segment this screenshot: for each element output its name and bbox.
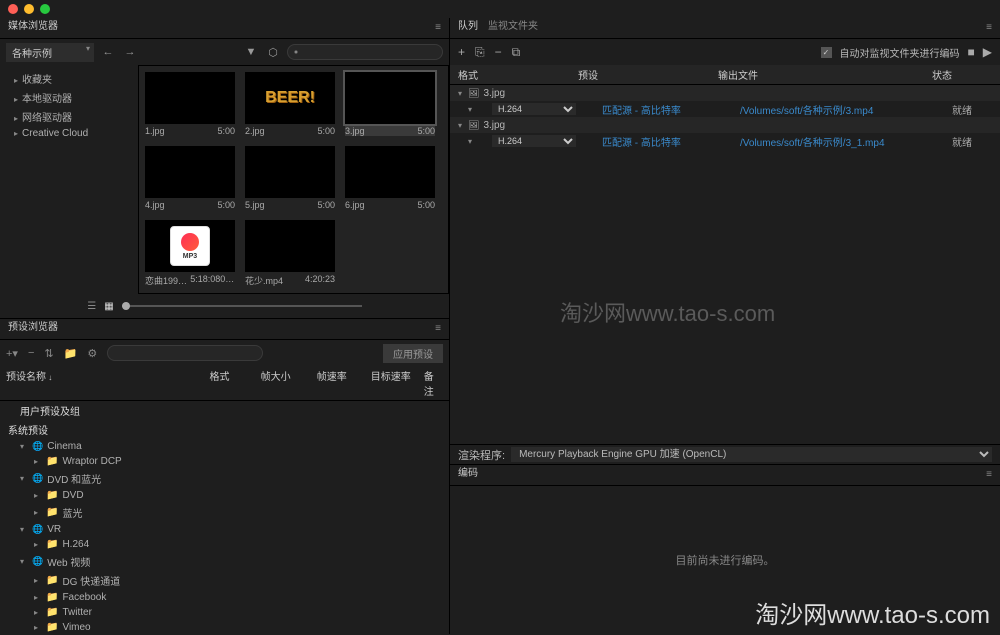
- auto-encode-label: 自动对监视文件夹进行编码: [840, 45, 960, 60]
- preset-h264[interactable]: 📁H.264: [0, 537, 449, 552]
- preset-bluray[interactable]: 📁蓝光: [0, 503, 449, 522]
- sort-icon[interactable]: ⇅: [44, 347, 53, 360]
- renderer-select[interactable]: Mercury Playback Engine GPU 加速 (OpenCL): [511, 447, 992, 462]
- add-source-icon[interactable]: +: [458, 45, 465, 59]
- start-queue-icon[interactable]: ▶: [983, 45, 992, 59]
- duplicate-icon[interactable]: ⧉: [512, 45, 521, 60]
- preset-browser-panel: 预设浏览器 ≡ +▾ − ⇅ 📁 ⚙ 应用预设 预设名称 格式 帧大小 帧速率 …: [0, 318, 449, 635]
- queue-output-row[interactable]: H.264 匹配源 - 高比特率 /Volumes/soft/各种示例/3.mp…: [450, 101, 1000, 117]
- preset-link[interactable]: 匹配源 - 高比特率: [602, 102, 681, 117]
- media-thumb[interactable]: 1.jpg5:00: [145, 72, 235, 136]
- panel-menu-icon[interactable]: ≡: [435, 18, 441, 38]
- media-thumb[interactable]: 4.jpg5:00: [145, 146, 235, 210]
- tab-watch-folders[interactable]: 监视文件夹: [488, 17, 538, 39]
- auto-encode-checkbox[interactable]: ✓: [821, 47, 832, 58]
- media-search-input[interactable]: [287, 44, 443, 60]
- renderer-label: 渲染程序:: [458, 447, 505, 463]
- nav-fwd-icon[interactable]: →: [122, 46, 138, 58]
- preset-columns-header: 预设名称 格式 帧大小 帧速率 目标速率 备注: [0, 366, 449, 400]
- preset-dg[interactable]: 📁DG 快递通道: [0, 571, 449, 590]
- queue-panel: 队列 监视文件夹 ≡ + ⎘ − ⧉ ✓ 自动对监视文件夹进行编码 ■ ▶ 格式…: [450, 18, 1000, 464]
- close-window-icon[interactable]: [8, 4, 18, 14]
- format-select[interactable]: H.264: [492, 103, 576, 115]
- preset-link[interactable]: 匹配源 - 高比特率: [602, 134, 681, 149]
- preset-wraptor[interactable]: 📁Wraptor DCP: [0, 454, 449, 469]
- settings-icon[interactable]: ⚙: [87, 347, 97, 360]
- new-folder-icon[interactable]: 📁: [64, 347, 78, 360]
- output-file-link[interactable]: /Volumes/soft/各种示例/3_1.mp4: [740, 134, 885, 149]
- source-select[interactable]: 各种示例: [6, 43, 94, 62]
- add-preset-icon[interactable]: +▾: [6, 347, 18, 360]
- media-browser-panel: 媒体浏览器 ≡ 各种示例 ▾ ← → ▼ ⬡ 收藏夹 本地驱动器: [0, 18, 449, 318]
- preset-search-input[interactable]: [107, 345, 263, 361]
- grid-view-icon[interactable]: ▦: [104, 301, 113, 312]
- add-output-icon[interactable]: ⎘: [475, 45, 485, 60]
- preset-web[interactable]: 🌐Web 视频: [0, 552, 449, 571]
- tree-network-drives[interactable]: 网络驱动器: [0, 107, 138, 126]
- preset-dvd-bluray[interactable]: 🌐DVD 和蓝光: [0, 469, 449, 488]
- renderer-row: 渲染程序: Mercury Playback Engine GPU 加速 (Op…: [450, 444, 1000, 464]
- media-thumb[interactable]: 6.jpg5:00: [345, 146, 435, 210]
- media-thumbnail-grid: 1.jpg5:00 BEER! 2.jpg5:00 3.jpg5:00 4.jp…: [138, 65, 449, 294]
- media-thumb[interactable]: 3.jpg5:00: [345, 72, 435, 136]
- window-controls: [8, 4, 50, 14]
- stop-queue-icon[interactable]: ■: [968, 45, 975, 59]
- preset-browser-title: 预设浏览器: [8, 318, 58, 340]
- apply-preset-button[interactable]: 应用预设: [383, 344, 443, 363]
- preset-group-system[interactable]: 系统预设: [0, 420, 449, 439]
- filter-icon[interactable]: ▼: [243, 46, 259, 58]
- preset-vr[interactable]: 🌐VR: [0, 522, 449, 537]
- preset-tree[interactable]: 用户预设及组 系统预设 🌐Cinema 📁Wraptor DCP 🌐DVD 和蓝…: [0, 401, 449, 635]
- chevron-down-icon: ▾: [86, 44, 90, 53]
- tree-favorites[interactable]: 收藏夹: [0, 69, 138, 88]
- preset-vimeo[interactable]: 📁Vimeo: [0, 620, 449, 635]
- queue-columns-header: 格式 预设 输出文件 状态: [450, 65, 1000, 84]
- panel-menu-icon[interactable]: ≡: [986, 465, 992, 485]
- output-file-link[interactable]: /Volumes/soft/各种示例/3.mp4: [740, 102, 873, 117]
- tree-local-drives[interactable]: 本地驱动器: [0, 88, 138, 107]
- maximize-window-icon[interactable]: [40, 4, 50, 14]
- preset-dvd[interactable]: 📁DVD: [0, 488, 449, 503]
- queue-source-row[interactable]: 🖼3.jpg: [450, 85, 1000, 101]
- encode-panel: 编码 ≡ 目前尚未进行编码。: [450, 464, 1000, 634]
- status-label: 就绪: [952, 134, 972, 149]
- minimize-window-icon[interactable]: [24, 4, 34, 14]
- panel-menu-icon[interactable]: ≡: [435, 319, 441, 339]
- panel-menu-icon[interactable]: ≡: [986, 18, 992, 38]
- preset-cinema[interactable]: 🌐Cinema: [0, 439, 449, 454]
- thumbnail-zoom-slider[interactable]: [122, 305, 362, 307]
- remove-preset-icon[interactable]: −: [28, 347, 34, 359]
- tab-queue[interactable]: 队列: [458, 17, 478, 39]
- queue-source-row[interactable]: 🖼3.jpg: [450, 117, 1000, 133]
- queue-output-row[interactable]: H.264 匹配源 - 高比特率 /Volumes/soft/各种示例/3_1.…: [450, 133, 1000, 149]
- nav-back-icon[interactable]: ←: [100, 46, 116, 58]
- preset-facebook[interactable]: 📁Facebook: [0, 590, 449, 605]
- encode-title: 编码: [458, 464, 478, 486]
- media-thumb[interactable]: 花少.mp44:20:23: [245, 220, 335, 287]
- media-source-tree[interactable]: 收藏夹 本地驱动器 网络驱动器 Creative Cloud: [0, 65, 138, 294]
- format-select[interactable]: H.264: [492, 135, 576, 147]
- media-thumb[interactable]: MP3 恋曲1990...5:18:08064: [145, 220, 235, 287]
- queue-list[interactable]: 🖼3.jpg H.264 匹配源 - 高比特率 /Volumes/soft/各种…: [450, 85, 1000, 444]
- remove-icon[interactable]: −: [495, 45, 502, 59]
- media-thumb[interactable]: BEER! 2.jpg5:00: [245, 72, 335, 136]
- ingest-icon[interactable]: ⬡: [265, 46, 281, 59]
- preset-group-user[interactable]: 用户预设及组: [0, 401, 449, 420]
- preset-twitter[interactable]: 📁Twitter: [0, 605, 449, 620]
- media-thumb[interactable]: 5.jpg5:00: [245, 146, 335, 210]
- tree-creative-cloud[interactable]: Creative Cloud: [0, 126, 138, 141]
- media-browser-title: 媒体浏览器: [8, 17, 58, 39]
- list-view-icon[interactable]: ☰: [87, 301, 96, 312]
- status-label: 就绪: [952, 102, 972, 117]
- encode-idle-label: 目前尚未进行编码。: [676, 552, 775, 568]
